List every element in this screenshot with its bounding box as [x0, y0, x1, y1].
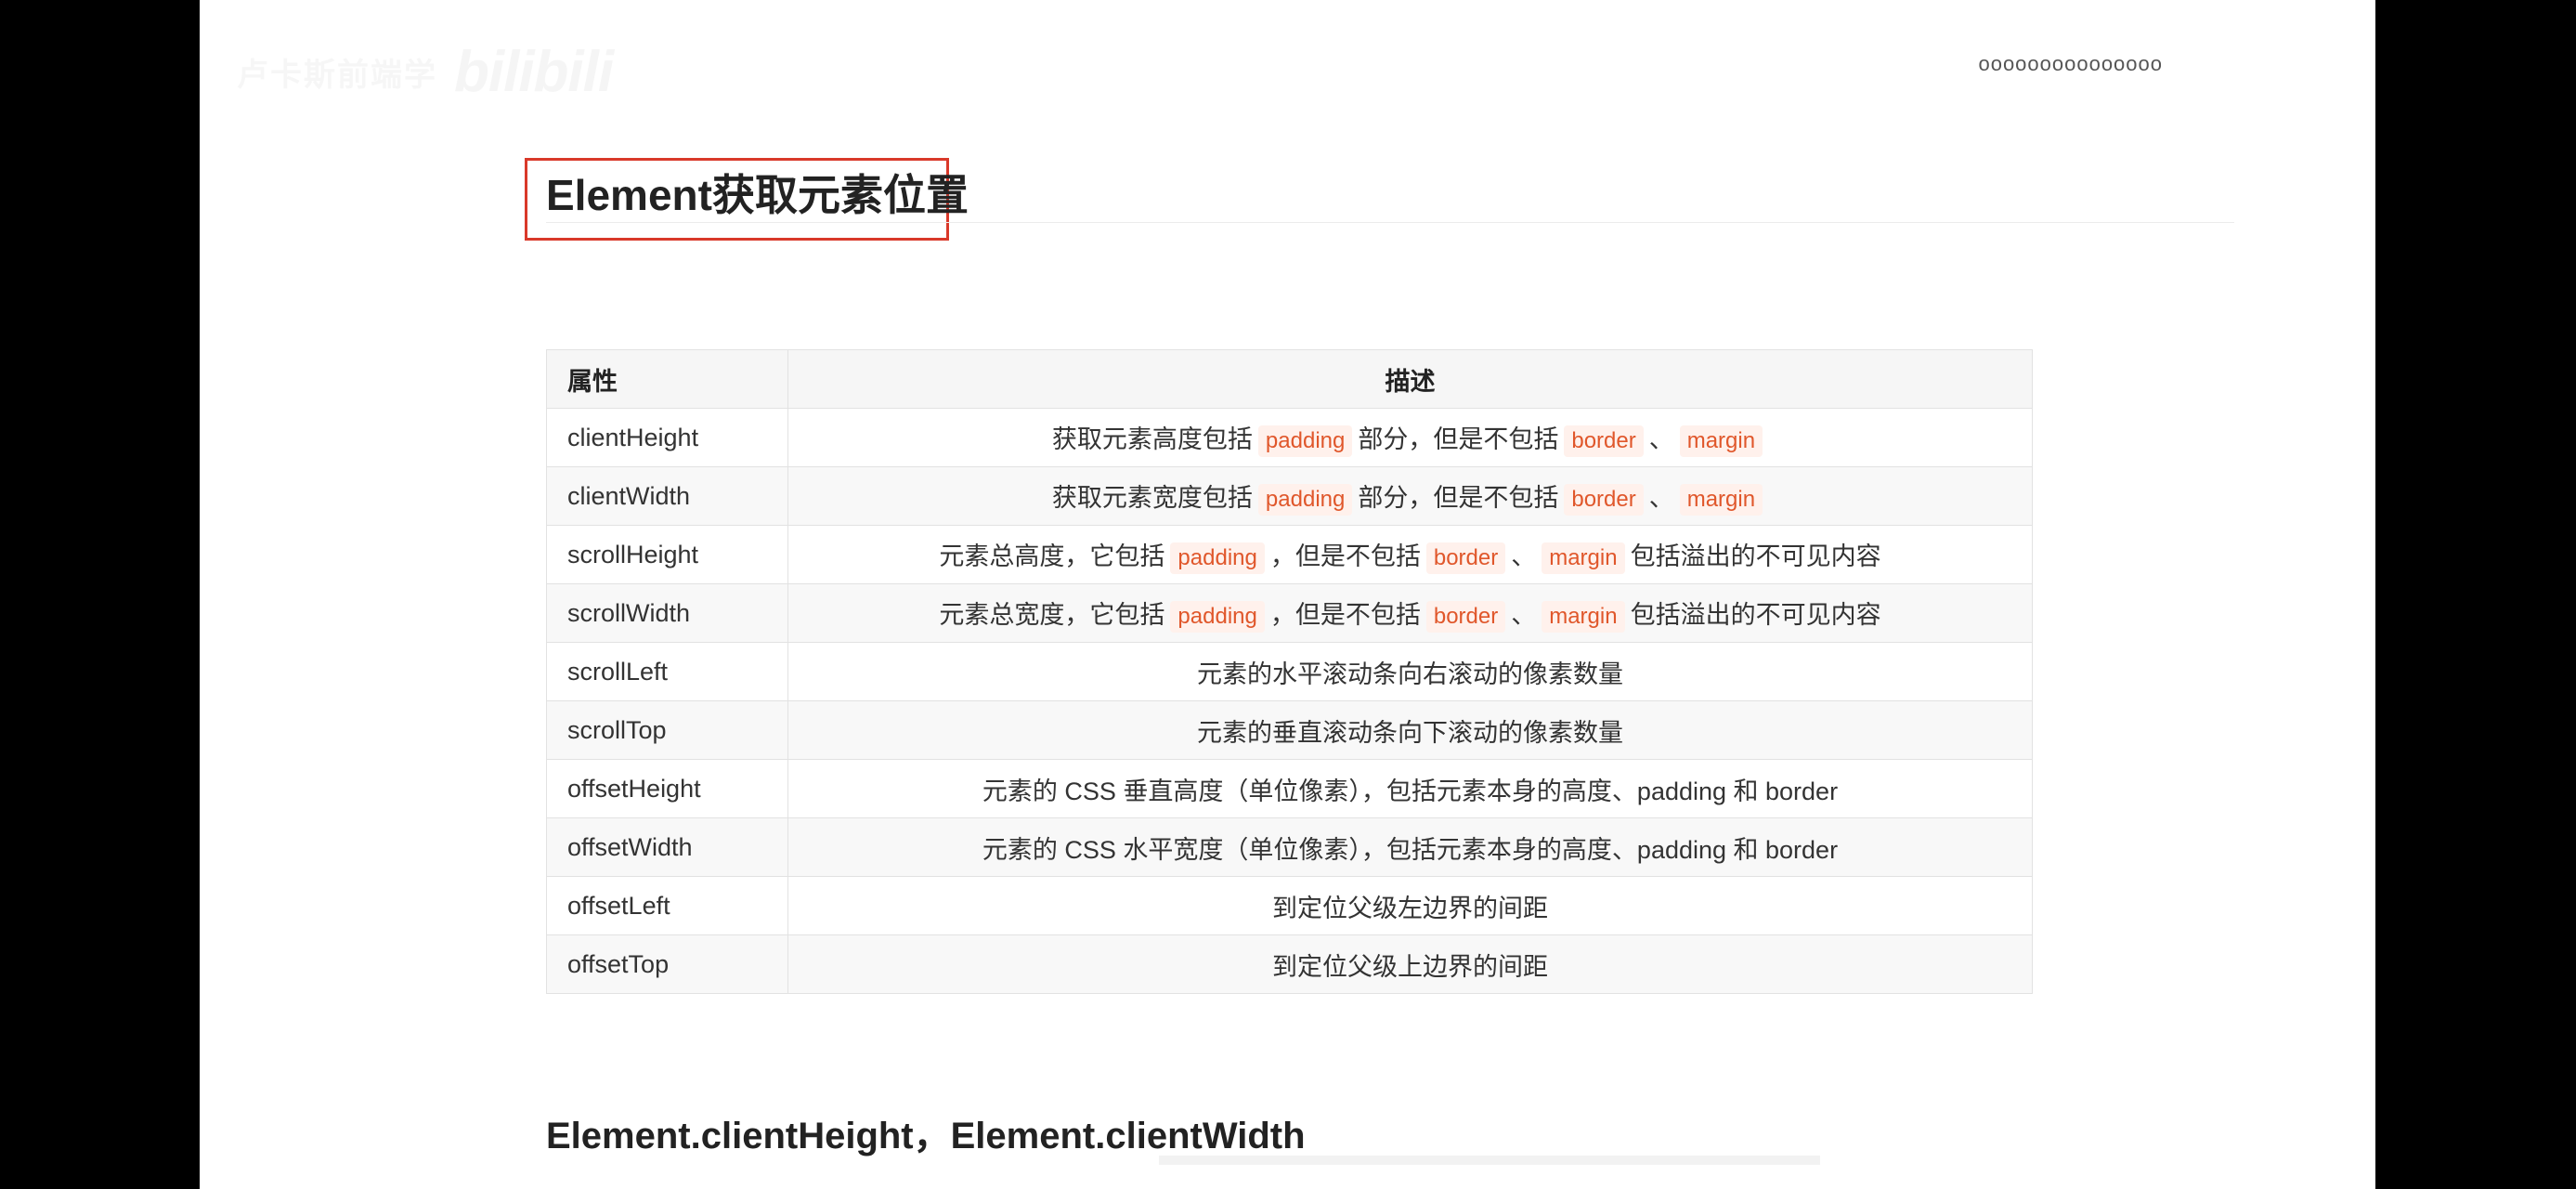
description-text: 元素的垂直滚动条向下滚动的像素数量 [1197, 718, 1623, 747]
property-name: scrollWidth [546, 583, 788, 643]
description-text: 获取元素宽度包括 [1051, 483, 1253, 512]
page-title: Element获取元素位置 [546, 171, 969, 219]
description-text: 包括溢出的不可见内容 [1630, 600, 1881, 629]
table-row: clientHeight 获取元素高度包括 padding 部分，但是不包括 borde… [546, 408, 2033, 467]
table-row: scrollTop 元素的垂直滚动条向下滚动的像素数量 [546, 700, 2033, 760]
property-description: 获取元素宽度包括 padding 部分，但是不包括 border、 margin [787, 466, 2033, 526]
property-description: 元素总高度，它包括 padding ，但是不包括 border、 margin 包括溢出的… [787, 525, 2033, 584]
description-text: ，但是不包括 [1269, 542, 1421, 570]
description-text: 、 [1648, 425, 1674, 453]
property-description: 元素的 CSS 水平宽度（单位像素），包括元素本身的高度、padding 和 b… [787, 817, 2033, 877]
top-right-label: ooooooooooooooo [1978, 52, 2163, 75]
description-text: 到定位父级左边界的间距 [1272, 894, 1548, 922]
property-name: scrollLeft [546, 642, 788, 701]
description-text: 元素的水平滚动条向右滚动的像素数量 [1197, 660, 1623, 688]
inline-code: margin [1679, 483, 1763, 516]
property-name: clientHeight [546, 408, 788, 467]
property-description: 元素的水平滚动条向右滚动的像素数量 [787, 642, 2033, 701]
title-divider [546, 222, 2234, 223]
property-description: 元素总宽度，它包括 padding ，但是不包括 border、 margin 包括溢出的… [787, 583, 2033, 643]
table-body: clientHeight 获取元素高度包括 padding 部分，但是不包括 borde… [546, 408, 2033, 994]
property-name: offsetTop [546, 934, 788, 994]
video-frame: 卢卡斯前端学 bilibili ooooooooooooooo Element获… [0, 0, 2576, 1189]
header-property: 属性 [546, 349, 788, 409]
description-text: 元素的 CSS 垂直高度（单位像素），包括元素本身的高度、padding 和 b… [982, 777, 1839, 805]
inline-code: border [1564, 483, 1644, 516]
description-text: 部分，但是不包括 [1358, 425, 1559, 453]
description-text: 到定位父级上边界的间距 [1272, 952, 1548, 981]
table-header-row: 属性 描述 [546, 349, 2033, 409]
watermark: 卢卡斯前端学 bilibili [237, 39, 614, 105]
table-row: offsetWidth 元素的 CSS 水平宽度（单位像素），包括元素本身的高度、… [546, 817, 2033, 877]
description-text: 、 [1648, 483, 1674, 512]
table-row: offsetTop 到定位父级上边界的间距 [546, 934, 2033, 994]
property-description: 元素的垂直滚动条向下滚动的像素数量 [787, 700, 2033, 760]
property-description: 元素的 CSS 垂直高度（单位像素），包括元素本身的高度、padding 和 b… [787, 759, 2033, 818]
header-description: 描述 [787, 349, 2033, 409]
property-name: offsetHeight [546, 759, 788, 818]
table-row: scrollHeight 元素总高度，它包括 padding ，但是不包括 border… [546, 525, 2033, 584]
inline-code: border [1425, 542, 1506, 574]
property-name: offsetWidth [546, 817, 788, 877]
description-text: 元素总宽度，它包括 [939, 600, 1165, 629]
inline-code: padding [1257, 483, 1353, 516]
description-text: 部分，但是不包括 [1358, 483, 1559, 512]
table-row: offsetHeight 元素的 CSS 垂直高度（单位像素），包括元素本身的高度… [546, 759, 2033, 818]
bilibili-logo: bilibili [454, 40, 614, 104]
description-text: 、 [1511, 600, 1537, 629]
description-text: 获取元素高度包括 [1051, 425, 1253, 453]
description-text: 元素的 CSS 水平宽度（单位像素），包括元素本身的高度、padding 和 b… [982, 835, 1839, 864]
subtitle-divider [1159, 1156, 1820, 1165]
document-page: 卢卡斯前端学 bilibili ooooooooooooooo Element获… [200, 0, 2375, 1189]
description-text: 包括溢出的不可见内容 [1630, 542, 1881, 570]
inline-code: margin [1542, 600, 1625, 633]
inline-code: border [1425, 600, 1506, 633]
property-name: clientWidth [546, 466, 788, 526]
property-description: 到定位父级左边界的间距 [787, 876, 2033, 935]
watermark-text: 卢卡斯前端学 [237, 58, 437, 93]
table-row: offsetLeft 到定位父级左边界的间距 [546, 876, 2033, 935]
properties-table: 属性 描述 clientHeight 获取元素高度包括 padding 部分，但是不包… [546, 349, 2033, 994]
property-name: offsetLeft [546, 876, 788, 935]
table-row: scrollWidth 元素总宽度，它包括 padding ，但是不包括 border、… [546, 583, 2033, 643]
inline-code: margin [1679, 425, 1763, 457]
description-text: ，但是不包括 [1269, 600, 1421, 629]
inline-code: padding [1257, 425, 1353, 457]
inline-code: padding [1170, 600, 1265, 633]
inline-code: margin [1542, 542, 1625, 574]
inline-code: padding [1170, 542, 1265, 574]
table-row: scrollLeft 元素的水平滚动条向右滚动的像素数量 [546, 642, 2033, 701]
property-name: scrollHeight [546, 525, 788, 584]
property-description: 到定位父级上边界的间距 [787, 934, 2033, 994]
inline-code: border [1564, 425, 1644, 457]
description-text: 、 [1511, 542, 1537, 570]
property-description: 获取元素高度包括 padding 部分，但是不包括 border、 margin [787, 408, 2033, 467]
property-name: scrollTop [546, 700, 788, 760]
table-row: clientWidth 获取元素宽度包括 padding 部分，但是不包括 border… [546, 466, 2033, 526]
description-text: 元素总高度，它包括 [939, 542, 1165, 570]
section-subtitle: Element.clientHeight，Element.clientWidth [546, 1116, 1306, 1156]
